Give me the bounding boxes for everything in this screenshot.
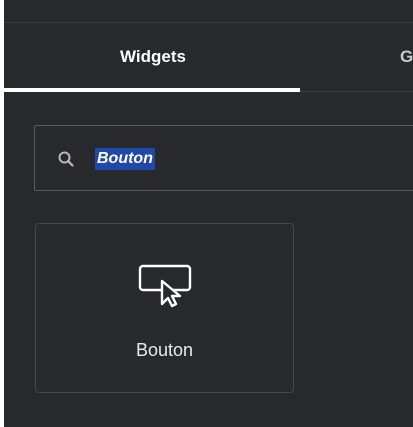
button-cursor-icon [138,264,192,308]
widgets-panel: Widgets G Bouton Bouton [4,0,413,427]
tab-global[interactable]: G [400,23,413,91]
widget-card-bouton[interactable]: Bouton [35,223,294,393]
tabs-divider [300,91,413,92]
active-tab-indicator [4,88,300,92]
tab-widgets-label: Widgets [120,47,186,66]
tab-widgets[interactable]: Widgets [4,23,300,91]
search-input-value[interactable]: Bouton [95,148,155,170]
widget-search-field[interactable]: Bouton [34,125,413,191]
panel-top-bar [4,0,413,23]
panel-tabs: Widgets G [4,23,413,93]
widget-label: Bouton [135,340,194,360]
tab-global-label: G [400,47,413,66]
search-icon [58,151,74,167]
